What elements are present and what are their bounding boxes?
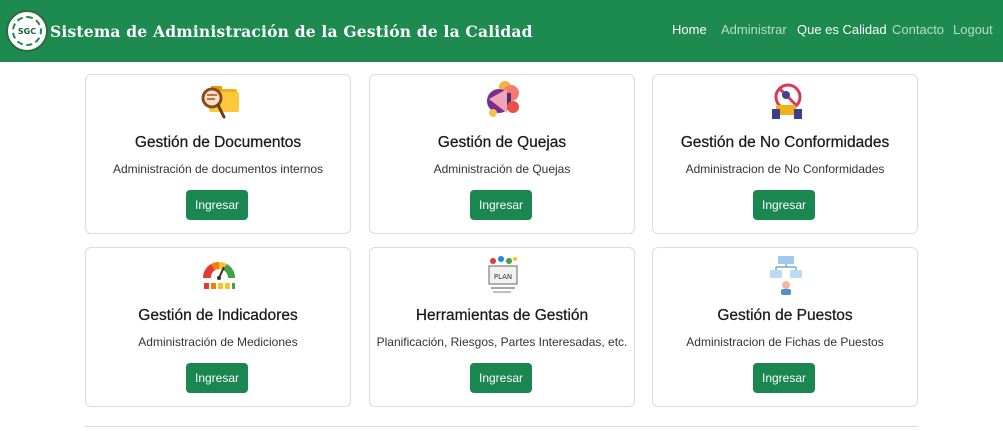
card-herramientas-gestion: PLAN Herramientas de Gestión Planificaci… bbox=[369, 247, 635, 407]
card-title: Gestión de Indicadores bbox=[138, 307, 298, 324]
card-gestion-indicadores: Gestión de Indicadores Administración de… bbox=[85, 247, 351, 407]
card-title: Gestión de Quejas bbox=[437, 134, 567, 151]
card-gestion-documentos: Gestión de Documentos Administración de … bbox=[85, 74, 351, 234]
card-gestion-no-conformidades: Gestión de No Conformidades Administraci… bbox=[652, 74, 918, 234]
card-gestion-puestos: Gestión de Puestos Administracion de Fic… bbox=[652, 247, 918, 407]
logo-text: SGC bbox=[12, 16, 42, 46]
brand-title[interactable]: Sistema de Administración de la Gestión … bbox=[50, 22, 533, 41]
nav-contacto-link[interactable]: Contacto bbox=[892, 22, 944, 37]
card-text: Administración de Quejas bbox=[433, 162, 571, 176]
ingresar-button[interactable]: Ingresar bbox=[470, 363, 532, 393]
megaphone-icon bbox=[487, 81, 519, 117]
gauge-icon bbox=[202, 261, 236, 289]
card-gestion-quejas: Gestión de Quejas Administración de Quej… bbox=[369, 74, 635, 234]
nav-home-link[interactable]: Home bbox=[672, 22, 707, 37]
prohibited-icon bbox=[772, 83, 802, 119]
nav-administrar-link[interactable]: Administrar bbox=[721, 22, 787, 37]
sgc-logo-icon: SGC bbox=[6, 10, 48, 52]
card-title: Gestión de Puestos bbox=[717, 307, 853, 324]
card-text: Administración de documentos internos bbox=[112, 162, 324, 176]
ingresar-button[interactable]: Ingresar bbox=[753, 190, 815, 220]
brand[interactable]: SGC Sistema de Administración de la Gest… bbox=[6, 10, 533, 52]
card-title: Gestión de Documentos bbox=[134, 134, 302, 151]
ingresar-button[interactable]: Ingresar bbox=[470, 190, 532, 220]
top-navbar: SGC Sistema de Administración de la Gest… bbox=[0, 0, 1003, 62]
nav-que-es-calidad-link[interactable]: Que es Calidad bbox=[797, 22, 887, 37]
ingresar-button[interactable]: Ingresar bbox=[753, 363, 815, 393]
nav-logout-link[interactable]: Logout bbox=[953, 22, 993, 37]
card-text: Planificación, Riesgos, Partes Interesad… bbox=[376, 335, 628, 349]
footer-divider bbox=[85, 426, 918, 427]
card-title: Gestión de No Conformidades bbox=[680, 134, 890, 151]
svg-text:PLAN: PLAN bbox=[494, 273, 512, 281]
org-chart-icon bbox=[770, 256, 802, 295]
ingresar-button[interactable]: Ingresar bbox=[186, 190, 248, 220]
card-text: Administracion de No Conformidades bbox=[685, 162, 885, 176]
ingresar-button[interactable]: Ingresar bbox=[186, 363, 248, 393]
card-text: Administración de Mediciones bbox=[138, 335, 298, 349]
card-title: Herramientas de Gestión bbox=[415, 307, 589, 324]
plan-board-icon: PLAN bbox=[488, 256, 518, 293]
card-text: Administracion de Fichas de Puestos bbox=[686, 335, 884, 349]
folder-magnifier-icon bbox=[201, 86, 239, 119]
